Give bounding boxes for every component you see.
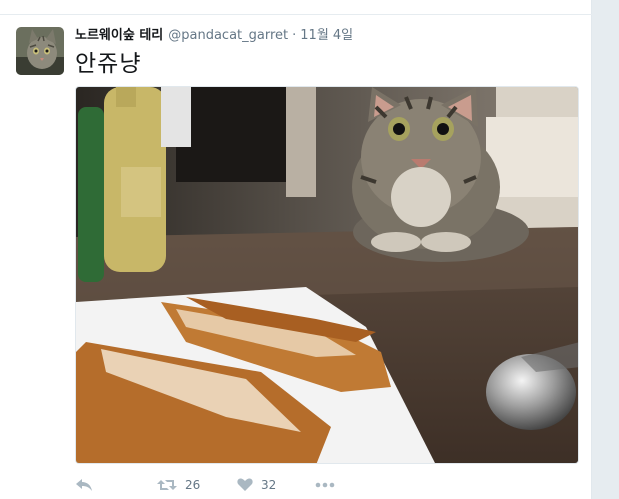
- timestamp[interactable]: 11월 4일: [300, 24, 353, 43]
- separator: ·: [292, 28, 297, 43]
- retweet-count: 26: [185, 478, 201, 492]
- tweet-card: 노르웨이숲 테리 @pandacat_garret · 11월 4일 안쥬냥 2…: [0, 0, 592, 499]
- tweet-text: 안쥬냥: [75, 51, 142, 77]
- more-icon: [315, 482, 335, 488]
- tweet-photo[interactable]: [75, 86, 579, 464]
- photo-image: [76, 87, 578, 463]
- retweet-button[interactable]: 26: [157, 474, 200, 496]
- author-name[interactable]: 노르웨이숲 테리: [75, 24, 163, 43]
- author-handle[interactable]: @pandacat_garret: [168, 28, 288, 43]
- more-button[interactable]: [315, 474, 335, 496]
- like-count: 32: [261, 478, 277, 492]
- tweet-header: 노르웨이숲 테리 @pandacat_garret · 11월 4일: [75, 24, 353, 44]
- avatar[interactable]: [16, 27, 64, 75]
- heart-icon: [237, 478, 253, 492]
- reply-button[interactable]: [75, 474, 93, 496]
- reply-icon: [75, 478, 93, 492]
- avatar-image: [16, 27, 64, 75]
- divider: [0, 14, 592, 15]
- retweet-icon: [157, 478, 177, 492]
- like-button[interactable]: 32: [237, 474, 276, 496]
- tweet-actions: 26 32: [75, 474, 375, 496]
